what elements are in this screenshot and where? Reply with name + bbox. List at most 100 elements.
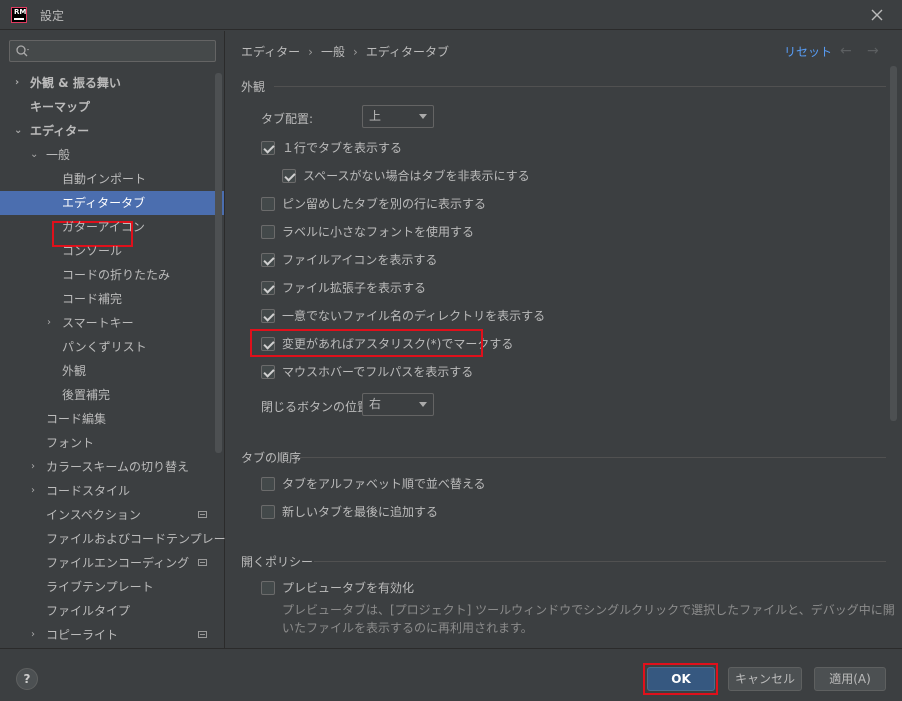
open-tabs-at-end-checkbox[interactable] [261,505,275,519]
checkbox-label: スペースがない場合はタブを非表示にする [303,169,530,183]
tree-item-file-encodings[interactable]: ファイルエンコーディング [0,551,224,575]
tree-item-label: 自動インポート [62,172,147,186]
tree-item-label: キーマップ [30,100,91,114]
tree-scrollbar[interactable] [215,73,222,453]
tree-item-smart-keys[interactable]: › スマートキー [0,311,224,335]
tree-item-code-style[interactable]: › コードスタイル [0,479,224,503]
title-bar: RM 設定 [0,0,902,30]
show-file-icon-checkbox[interactable] [261,253,275,267]
tree-item-gutter-icons[interactable]: ガターアイコン [0,215,224,239]
small-font-labels-checkbox[interactable] [261,225,275,239]
tree-item-code-editing[interactable]: コード編集 [0,407,224,431]
section-title-appearance: 外観 [241,80,266,94]
forward-arrow-icon[interactable]: → [867,43,879,59]
tree-item-color-scheme[interactable]: › カラースキームの切り替え [0,455,224,479]
tree-item-label: フォント [46,436,95,450]
tree-item-general[interactable]: ⌄ 一般 [0,143,224,167]
tree-item-label: コードの折りたたみ [62,268,171,282]
project-scope-icon [198,631,207,638]
tree-item-editor[interactable]: ⌄ エディター [0,119,224,143]
chevron-down-icon[interactable]: ⌄ [14,119,24,143]
search-field[interactable] [9,40,216,62]
tree-item-label: ファイルおよびコードテンプレート [46,532,238,546]
mark-modified-checkbox[interactable] [261,337,275,351]
tab-placement-dropdown[interactable]: 上 [362,105,434,128]
breadcrumb-item[interactable]: 一般 [321,45,345,59]
tree-item-label: 外観 [62,364,87,378]
tree-item-auto-import[interactable]: 自動インポート [0,167,224,191]
full-path-hover-checkbox[interactable] [261,365,275,379]
close-icon[interactable] [868,6,886,24]
chevron-right-icon[interactable]: › [31,455,41,479]
tree-item-code-completion[interactable]: コード補完 [0,287,224,311]
dialog-button-bar: ? OK キャンセル 適用(A) [0,648,902,701]
checkbox-label: マウスホバーでフルパスを表示する [282,365,474,379]
checkbox-label: ピン留めしたタブを別の行に表示する [282,197,487,211]
checkbox-label: ファイルアイコンを表示する [282,253,438,267]
chevron-down-icon[interactable]: ⌄ [30,143,40,167]
help-button[interactable]: ? [16,668,38,690]
tree-item-label: コピーライト [46,628,119,642]
checkbox-label: タブをアルファベット順で並べ替える [282,477,486,491]
checkbox-label: １行でタブを表示する [282,141,403,155]
close-button-position-dropdown[interactable]: 右 [362,393,434,416]
reset-link[interactable]: リセット [784,43,832,60]
dropdown-arrow-icon [419,114,427,119]
settings-tree-panel: › 外観 & 振る舞い キーマップ ⌄ エディター ⌄ 一般 自動インポート エ… [0,31,238,648]
chevron-right-icon[interactable]: › [47,311,57,335]
tree-item-file-types[interactable]: ファイルタイプ [0,599,224,623]
tree-item-label: 外観 & 振る舞い [30,76,121,90]
tree-item-label: ファイルエンコーディング [46,556,190,570]
chevron-right-icon[interactable]: › [15,71,25,95]
breadcrumb: エディター › 一般 › エディタータブ [241,43,449,60]
tree-item-font[interactable]: フォント [0,431,224,455]
ok-button[interactable]: OK [647,667,715,691]
tree-item-code-folding[interactable]: コードの折りたたみ [0,263,224,287]
hide-tabs-no-space-checkbox[interactable] [282,169,296,183]
tree-item-label: スマートキー [62,316,134,330]
tree-item-label: カラースキームの切り替え [46,460,190,474]
tree-item-label: エディター [30,124,90,138]
tree-item-appearance[interactable]: 外観 [0,359,224,383]
chevron-right-icon[interactable]: › [31,479,41,503]
breadcrumb-item[interactable]: エディター [241,45,300,59]
tree-item-inspections[interactable]: インスペクション [0,503,224,527]
section-divider [314,561,886,562]
content-scrollbar[interactable] [890,66,897,421]
project-scope-icon [198,511,207,518]
apply-button[interactable]: 適用(A) [814,667,886,691]
project-scope-icon [198,559,207,566]
show-directory-checkbox[interactable] [261,309,275,323]
tree-item-label: エディタータブ [62,196,146,210]
tree-item-editor-tabs[interactable]: エディタータブ [0,191,224,215]
tree-item-live-templates[interactable]: ライブテンプレート [0,575,224,599]
section-title-tab-order: タブの順序 [241,451,302,465]
tree-item-appearance-behavior[interactable]: › 外観 & 振る舞い [0,71,224,95]
sort-alphabetically-checkbox[interactable] [261,477,275,491]
close-button-position-label: 閉じるボタンの位置: [261,400,374,414]
tree-item-label: 一般 [46,148,71,162]
breadcrumb-item: エディタータブ [365,45,449,59]
checkbox-label: 一意でないファイル名のディレクトリを表示する [282,309,546,323]
cancel-button[interactable]: キャンセル [728,667,802,691]
back-arrow-icon[interactable]: ← [840,43,852,59]
checkbox-label: ラベルに小さなフォントを使用する [282,225,475,239]
checkbox-label: プレビュータブを有効化 [282,581,415,595]
tree-item-file-code-templates[interactable]: ファイルおよびコードテンプレート [0,527,238,551]
tree-item-keymap[interactable]: キーマップ [0,95,224,119]
enable-preview-tab-checkbox[interactable] [261,581,275,595]
tree-item-postfix-completion[interactable]: 後置補完 [0,383,224,407]
show-tabs-one-row-checkbox[interactable] [261,141,275,155]
tree-item-copyright[interactable]: › コピーライト [0,623,224,647]
window-title: 設定 [40,9,65,23]
pinned-tabs-separate-row-checkbox[interactable] [261,197,275,211]
tree-item-label: ガターアイコン [62,220,145,234]
chevron-right-icon[interactable]: › [31,623,41,647]
checkbox-label: 変更があればアスタリスク(*)でマークする [282,337,514,351]
search-input[interactable] [34,42,209,60]
section-divider [300,457,886,458]
checkbox-label: ファイル拡張子を表示する [282,281,427,295]
show-file-extension-checkbox[interactable] [261,281,275,295]
tree-item-breadcrumbs[interactable]: パンくずリスト [0,335,224,359]
tree-item-console[interactable]: コンソール [0,239,224,263]
